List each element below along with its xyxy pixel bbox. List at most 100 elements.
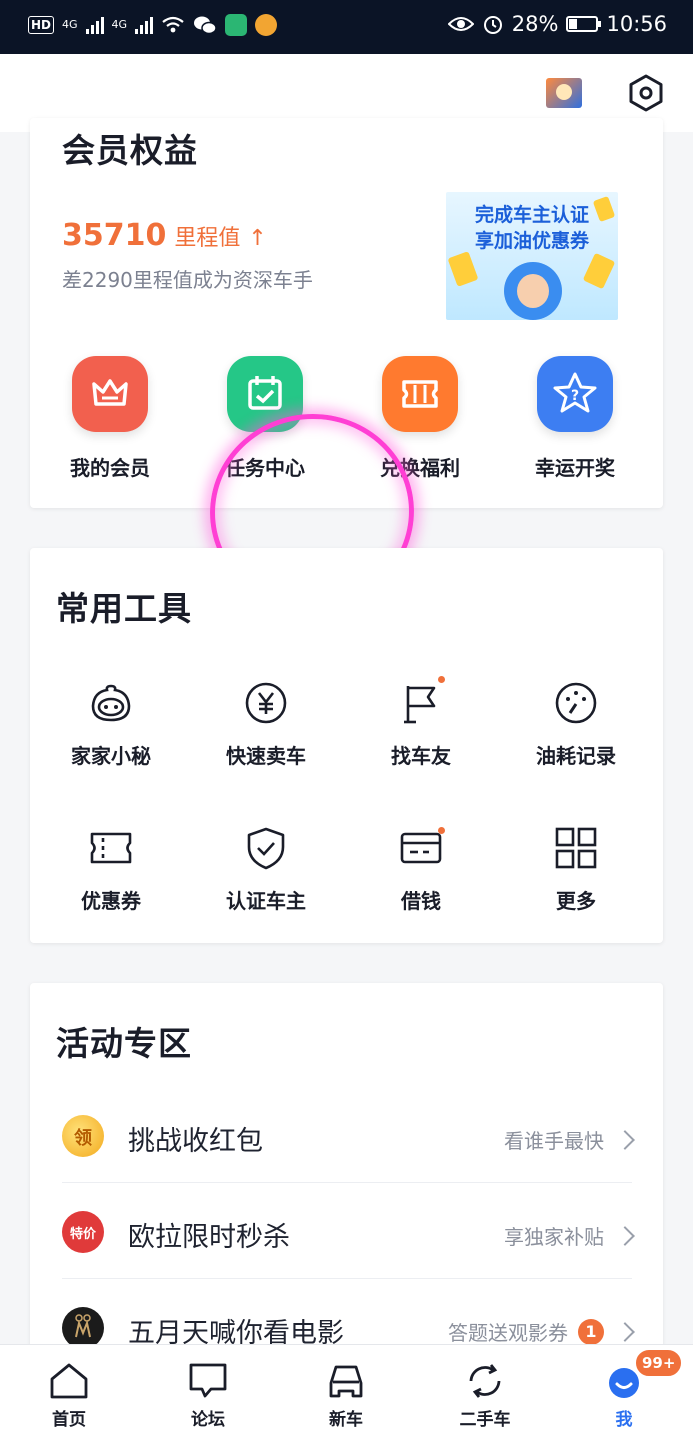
tool-label: 家家小秘 bbox=[71, 744, 151, 768]
user-avatar[interactable] bbox=[546, 78, 582, 108]
member-benefits-title: 会员权益 bbox=[62, 131, 198, 170]
tool-label: 快速卖车 bbox=[226, 744, 306, 768]
car-icon bbox=[329, 1365, 363, 1398]
tool-label: 优惠券 bbox=[81, 889, 141, 913]
svg-text:?: ? bbox=[571, 388, 579, 404]
signal-icon-2 bbox=[135, 16, 154, 34]
activity-name: 欧拉限时秒杀 bbox=[128, 1222, 290, 1253]
special-price-text: 特价 bbox=[69, 1227, 96, 1242]
perk-lucky-draw[interactable]: ? 幸运开奖 bbox=[515, 356, 635, 481]
mileage-progress-text: 差2290里程值成为资深车手 bbox=[62, 268, 313, 292]
common-tools-title: 常用工具 bbox=[56, 589, 192, 628]
tool-label: 更多 bbox=[556, 889, 596, 913]
up-arrow-icon: ↑ bbox=[248, 226, 267, 251]
perk-task-center[interactable]: 任务中心 bbox=[205, 356, 325, 481]
perk-label: 我的会员 bbox=[70, 456, 150, 480]
activity-row-red-envelope[interactable]: 领 挑战收红包 看谁手最快 bbox=[62, 1087, 635, 1183]
activity-desc: 享独家补贴 bbox=[504, 1225, 604, 1249]
battery-percent: 28% bbox=[511, 12, 559, 36]
flag-icon bbox=[404, 686, 436, 724]
chevron-right-icon bbox=[615, 1321, 635, 1342]
tool-fuel-record[interactable]: 油耗记录 bbox=[506, 680, 646, 769]
perk-label: 幸运开奖 bbox=[535, 456, 615, 480]
nav-forum[interactable]: 论坛 bbox=[148, 1345, 268, 1440]
banner-text: 完成车主认证 享加油优惠券 bbox=[446, 202, 618, 254]
nav-home[interactable]: 首页 bbox=[9, 1345, 129, 1440]
game-app-icon bbox=[255, 14, 278, 36]
activity-zone-card: 活动专区 领 挑战收红包 看谁手最快 特价 欧拉限时秒杀 享独家补贴 五月天喊你… bbox=[30, 983, 663, 1363]
nav-label: 我 bbox=[615, 1410, 633, 1430]
mileage-value: 35710 bbox=[62, 218, 167, 253]
nav-used-car[interactable]: 二手车 bbox=[425, 1345, 545, 1440]
grid-icon bbox=[555, 827, 597, 869]
chat-app-icon bbox=[194, 16, 217, 35]
assistant-face-icon bbox=[91, 684, 131, 722]
status-right: 28% 10:56 bbox=[447, 12, 667, 36]
common-tools-card: 常用工具 家家小秘 快速卖车 找车友 油耗记录 优惠券 认证车主 借钱 更多 bbox=[30, 548, 663, 943]
tool-owner-verify[interactable]: 认证车主 bbox=[196, 825, 336, 914]
tool-quick-sell[interactable]: 快速卖车 bbox=[196, 680, 336, 769]
tool-label: 借钱 bbox=[401, 889, 441, 913]
member-benefits-card: 会员权益 35710 里程值 ↑ 差2290里程值成为资深车手 完成车主认证 享… bbox=[30, 118, 663, 621]
banner-line-1: 完成车主认证 bbox=[474, 204, 589, 226]
bottom-navigation: 首页 论坛 新车 二手车 我 bbox=[0, 1344, 693, 1440]
eye-icon bbox=[447, 17, 474, 31]
new-dot-indicator bbox=[438, 827, 445, 834]
banner-line-2: 享加油优惠券 bbox=[474, 230, 589, 252]
activity-right: 享独家补贴 bbox=[504, 1221, 635, 1250]
owner-verification-banner[interactable]: 完成车主认证 享加油优惠券 bbox=[446, 192, 618, 320]
star-question-icon: ? bbox=[537, 356, 613, 432]
perk-my-membership[interactable]: 我的会员 bbox=[50, 356, 170, 481]
ticket-icon-2 bbox=[582, 252, 616, 290]
wifi-icon bbox=[162, 16, 184, 33]
tool-more[interactable]: 更多 bbox=[506, 825, 646, 914]
yuan-icon bbox=[245, 682, 287, 724]
activity-right: 答题送观影券 1 bbox=[448, 1317, 635, 1346]
chat-bubble-icon bbox=[189, 1363, 227, 1398]
battery-icon bbox=[566, 16, 602, 32]
activity-name: 挑战收红包 bbox=[128, 1126, 263, 1157]
tool-jiajia-assistant[interactable]: 家家小秘 bbox=[41, 680, 181, 769]
alarm-icon bbox=[483, 16, 502, 34]
clock: 10:56 bbox=[606, 12, 667, 36]
special-price-icon: 特价 bbox=[62, 1211, 104, 1253]
shield-check-icon bbox=[247, 827, 285, 870]
home-icon bbox=[50, 1363, 88, 1399]
chevron-right-icon bbox=[615, 1225, 635, 1246]
gold-coin-icon: 领 bbox=[62, 1115, 104, 1157]
activity-row-flash-sale[interactable]: 特价 欧拉限时秒杀 享独家补贴 bbox=[62, 1183, 635, 1279]
activity-right: 看谁手最快 bbox=[504, 1125, 635, 1154]
status-left: HD 4G 4G bbox=[28, 14, 278, 36]
perk-label: 任务中心 bbox=[225, 456, 305, 480]
settings-icon[interactable] bbox=[626, 73, 666, 113]
mileage-summary[interactable]: 35710 里程值 ↑ bbox=[62, 218, 267, 253]
new-dot-indicator bbox=[438, 676, 445, 683]
network-type-1: 4G bbox=[62, 18, 78, 31]
tool-find-friends[interactable]: 找车友 bbox=[351, 676, 491, 769]
refresh-circle-icon bbox=[469, 1364, 501, 1398]
coin-text: 领 bbox=[74, 1128, 92, 1149]
perk-redeem-benefits[interactable]: 兑换福利 bbox=[360, 356, 480, 481]
driver-avatar-illustration bbox=[504, 262, 562, 320]
movie-logo-icon bbox=[62, 1307, 104, 1349]
nav-label: 新车 bbox=[329, 1410, 363, 1430]
tool-borrow-money[interactable]: 借钱 bbox=[351, 825, 491, 914]
status-bar: HD 4G 4G 28% 10:56 bbox=[0, 0, 693, 54]
crown-icon bbox=[72, 356, 148, 432]
fuel-gauge-icon bbox=[555, 682, 597, 724]
nav-label: 首页 bbox=[52, 1410, 86, 1430]
nav-new-car[interactable]: 新车 bbox=[286, 1345, 406, 1440]
hd-indicator: HD bbox=[28, 16, 55, 34]
perk-label: 兑换福利 bbox=[380, 456, 460, 480]
tool-coupons[interactable]: 优惠券 bbox=[41, 825, 181, 914]
tool-label: 油耗记录 bbox=[536, 744, 616, 768]
signal-icon bbox=[85, 16, 104, 34]
notification-badge: 1 bbox=[578, 1318, 604, 1345]
coupon-icon bbox=[90, 832, 132, 864]
message-count-badge: 99+ bbox=[634, 1348, 684, 1378]
tool-label: 找车友 bbox=[391, 744, 451, 768]
activity-desc: 答题送观影券 bbox=[448, 1321, 568, 1345]
activity-zone-title: 活动专区 bbox=[56, 1024, 192, 1063]
card-icon bbox=[400, 832, 442, 864]
nav-label: 二手车 bbox=[459, 1410, 511, 1430]
